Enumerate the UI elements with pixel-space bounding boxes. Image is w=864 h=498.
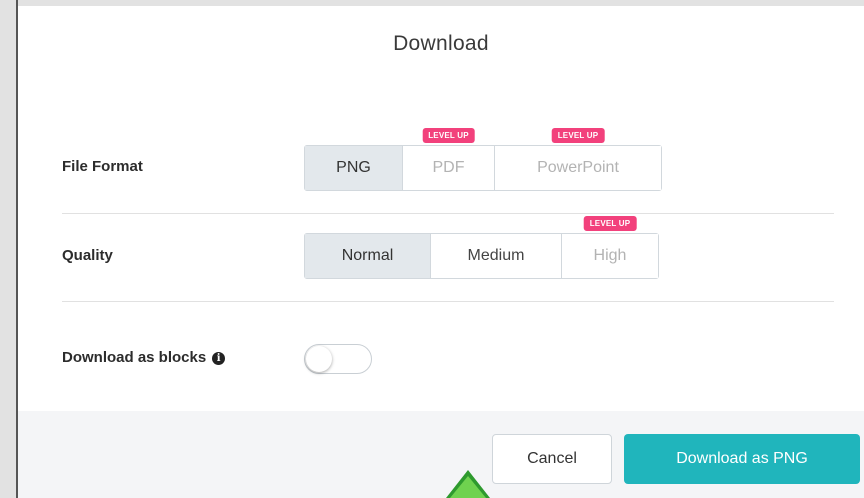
format-option-label: PNG (336, 159, 371, 176)
format-option-png[interactable]: PNG (305, 146, 403, 190)
dialog-title: Download (393, 32, 489, 55)
info-icon[interactable]: i (212, 352, 226, 365)
format-option-label: PowerPoint (537, 159, 619, 176)
format-option-powerpoint[interactable]: LEVEL UP PowerPoint (495, 128, 661, 190)
quality-label: Quality (62, 247, 113, 264)
divider (62, 213, 834, 214)
file-format-selector: PNG LEVEL UP PDF LEVEL UP PowerPoint (304, 128, 662, 191)
level-up-badge: LEVEL UP (422, 128, 475, 143)
quality-option-high[interactable]: LEVEL UP High (562, 216, 658, 278)
quality-option-label: Normal (341, 247, 394, 264)
download-dialog: Download File Format PNG LEVEL UP PDF LE… (18, 6, 864, 498)
quality-option-medium[interactable]: Medium (431, 234, 562, 278)
blocks-label-row: Download as blocks i (62, 349, 226, 366)
pointer-arrow-fill (450, 476, 486, 498)
toggle-knob (306, 346, 332, 372)
quality-selector: Normal Medium LEVEL UP High (304, 216, 659, 279)
level-up-badge: LEVEL UP (583, 216, 637, 231)
level-up-badge: LEVEL UP (551, 128, 605, 143)
format-option-label: PDF (432, 159, 465, 176)
divider (62, 301, 834, 302)
dialog-footer: Cancel Download as PNG (18, 411, 864, 498)
quality-option-normal[interactable]: Normal (305, 234, 431, 278)
download-button[interactable]: Download as PNG (624, 434, 860, 484)
cancel-button[interactable]: Cancel (492, 434, 612, 484)
quality-option-label: Medium (467, 247, 525, 264)
file-format-label: File Format (62, 158, 143, 175)
format-option-pdf[interactable]: LEVEL UP PDF (403, 128, 495, 190)
quality-option-label: High (593, 247, 627, 264)
blocks-label: Download as blocks (62, 349, 207, 366)
download-as-blocks-toggle[interactable] (304, 344, 372, 374)
